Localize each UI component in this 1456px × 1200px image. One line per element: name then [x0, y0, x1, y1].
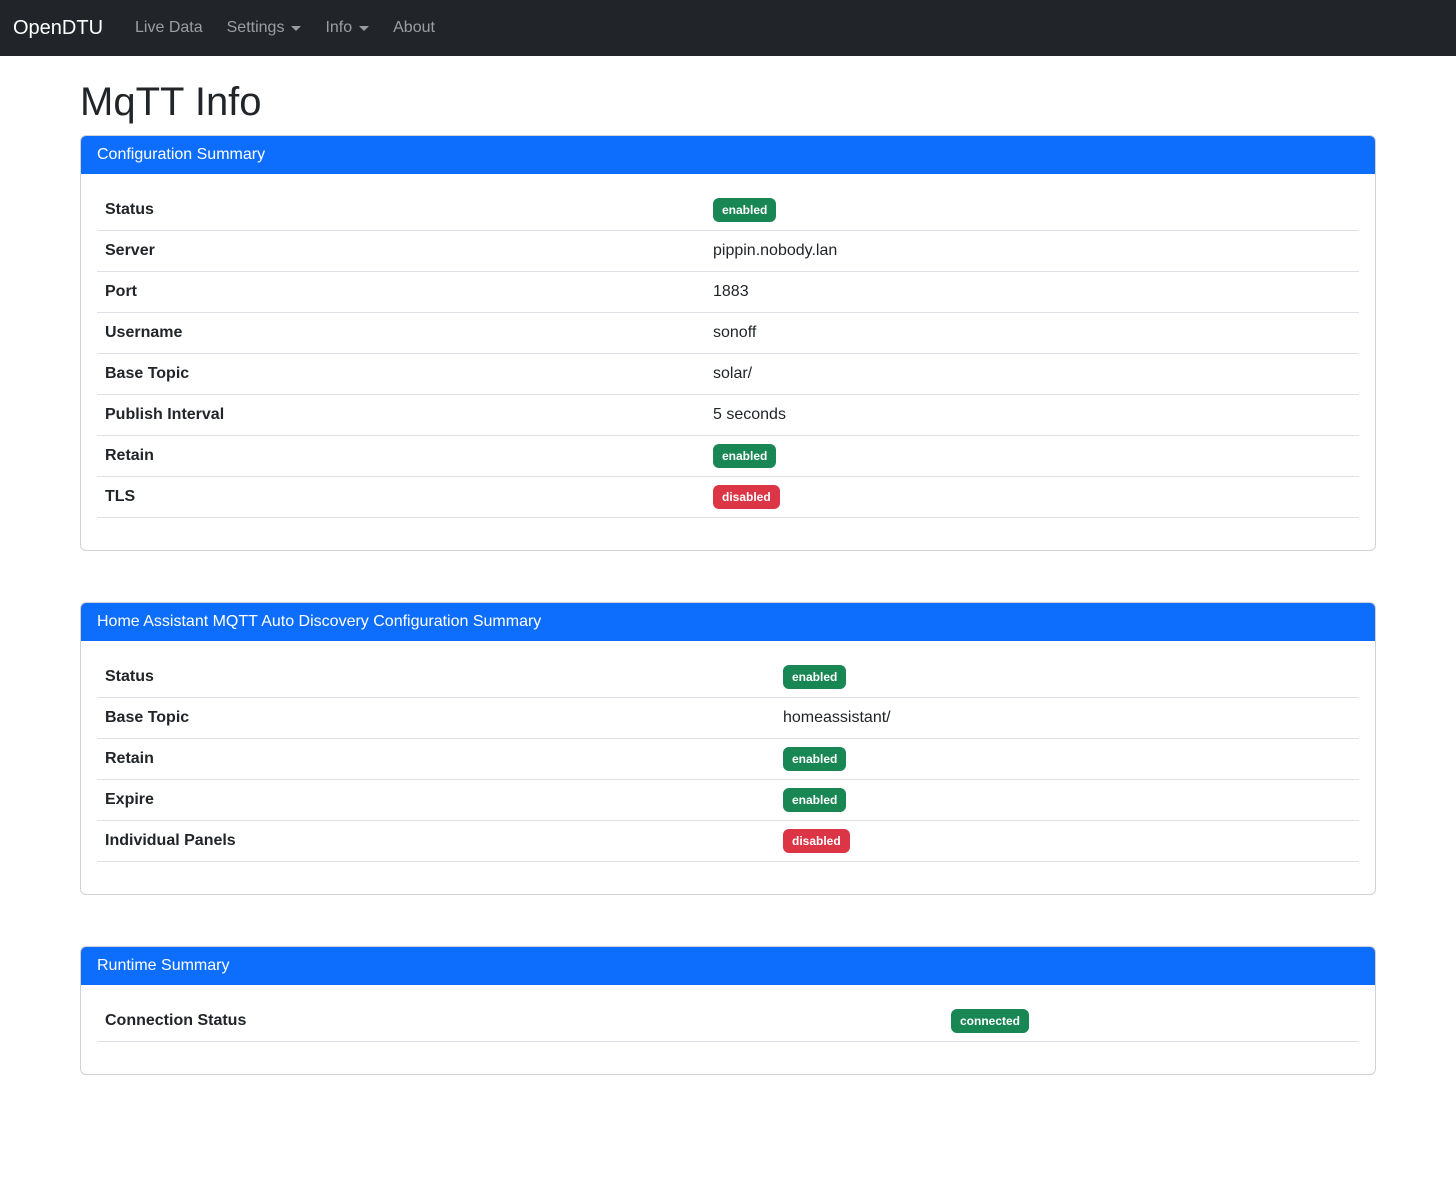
card-body: Connection Status connected: [81, 985, 1375, 1074]
main-content: MqTT Info Configuration Summary Status e…: [68, 78, 1388, 1075]
status-badge: enabled: [783, 747, 846, 771]
row-value: enabled: [775, 780, 1359, 821]
row-value: enabled: [705, 436, 1359, 477]
table-row: Retain enabled: [97, 436, 1359, 477]
navbar-nav: Live Data Settings Info About: [127, 11, 451, 45]
chevron-down-icon: [291, 26, 301, 31]
table-row: Base Topic solar/: [97, 354, 1359, 395]
row-value: solar/: [705, 354, 1359, 395]
row-value: homeassistant/: [775, 698, 1359, 739]
chevron-down-icon: [359, 26, 369, 31]
row-label: Base Topic: [97, 354, 705, 395]
row-label: Username: [97, 313, 705, 354]
row-value: enabled: [705, 190, 1359, 231]
table-row: Individual Panels disabled: [97, 821, 1359, 862]
card-runtime-summary: Runtime Summary Connection Status connec…: [80, 946, 1376, 1075]
status-badge: connected: [951, 1009, 1029, 1033]
ha-auto-discovery-table: Status enabled Base Topic homeassistant/…: [97, 657, 1359, 862]
table-row: Retain enabled: [97, 739, 1359, 780]
row-label: Status: [97, 657, 775, 698]
nav-item-label: Info: [325, 19, 352, 37]
status-badge: enabled: [783, 665, 846, 689]
row-value: connected: [943, 1001, 1359, 1042]
table-row: Port 1883: [97, 272, 1359, 313]
card-body: Status enabled Server pippin.nobody.lan …: [81, 174, 1375, 550]
row-label: Base Topic: [97, 698, 775, 739]
row-value: enabled: [775, 739, 1359, 780]
table-row: Status enabled: [97, 657, 1359, 698]
row-label: TLS: [97, 477, 705, 518]
status-badge: enabled: [713, 198, 776, 222]
row-value: pippin.nobody.lan: [705, 231, 1359, 272]
nav-item-info[interactable]: Info: [317, 11, 377, 45]
row-value: disabled: [705, 477, 1359, 518]
card-ha-auto-discovery-summary: Home Assistant MQTT Auto Discovery Confi…: [80, 602, 1376, 895]
status-badge: enabled: [713, 444, 776, 468]
status-badge: enabled: [783, 788, 846, 812]
nav-item-live-data[interactable]: Live Data: [127, 11, 211, 45]
table-row: Publish Interval 5 seconds: [97, 395, 1359, 436]
row-value: disabled: [775, 821, 1359, 862]
card-configuration-summary: Configuration Summary Status enabled Ser…: [80, 135, 1376, 551]
table-row: TLS disabled: [97, 477, 1359, 518]
table-row: Server pippin.nobody.lan: [97, 231, 1359, 272]
nav-item-label: Settings: [227, 19, 285, 37]
card-body: Status enabled Base Topic homeassistant/…: [81, 641, 1375, 894]
row-value: 1883: [705, 272, 1359, 313]
card-header: Runtime Summary: [81, 947, 1375, 985]
nav-item-label: About: [393, 19, 435, 37]
row-label: Retain: [97, 436, 705, 477]
table-row: Username sonoff: [97, 313, 1359, 354]
navbar-brand[interactable]: OpenDTU: [13, 17, 103, 40]
row-label: Publish Interval: [97, 395, 705, 436]
runtime-summary-table: Connection Status connected: [97, 1001, 1359, 1042]
status-badge: disabled: [713, 485, 780, 509]
table-row: Status enabled: [97, 190, 1359, 231]
nav-item-settings[interactable]: Settings: [219, 11, 310, 45]
status-badge: disabled: [783, 829, 850, 853]
row-label: Individual Panels: [97, 821, 775, 862]
row-value: sonoff: [705, 313, 1359, 354]
row-value: enabled: [775, 657, 1359, 698]
table-row: Expire enabled: [97, 780, 1359, 821]
nav-item-label: Live Data: [135, 19, 203, 37]
configuration-summary-table: Status enabled Server pippin.nobody.lan …: [97, 190, 1359, 518]
row-label: Server: [97, 231, 705, 272]
nav-item-about[interactable]: About: [385, 11, 443, 45]
row-label: Port: [97, 272, 705, 313]
table-row: Base Topic homeassistant/: [97, 698, 1359, 739]
card-header: Configuration Summary: [81, 136, 1375, 174]
row-value: 5 seconds: [705, 395, 1359, 436]
row-label: Retain: [97, 739, 775, 780]
page-title: MqTT Info: [80, 78, 1376, 126]
row-label: Expire: [97, 780, 775, 821]
table-row: Connection Status connected: [97, 1001, 1359, 1042]
row-label: Status: [97, 190, 705, 231]
row-label: Connection Status: [97, 1001, 943, 1042]
navbar: OpenDTU Live Data Settings Info About: [0, 0, 1456, 56]
card-header: Home Assistant MQTT Auto Discovery Confi…: [81, 603, 1375, 641]
